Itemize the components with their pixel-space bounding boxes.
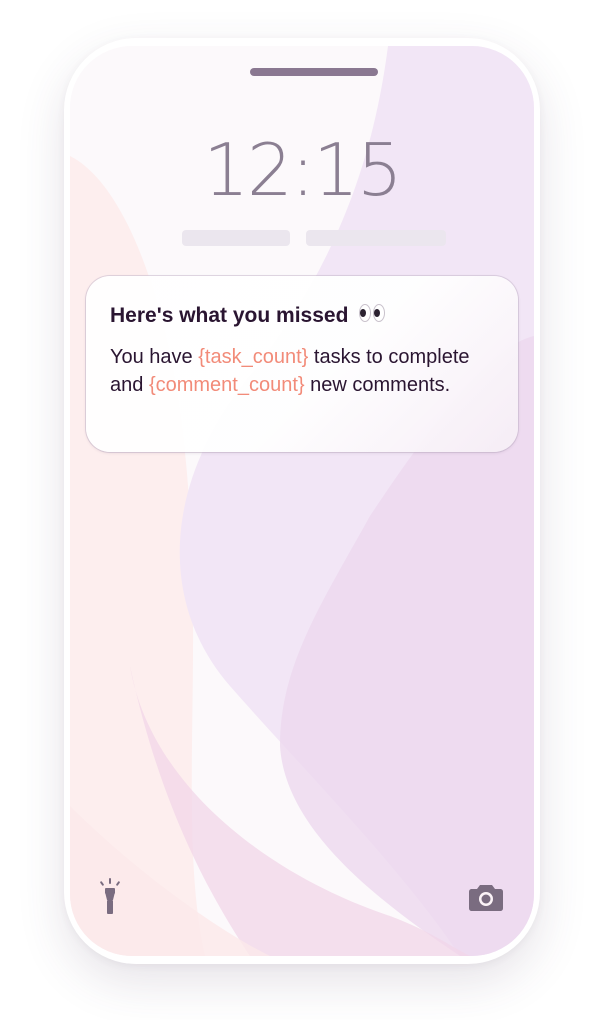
- date-placeholder-bar: [182, 230, 290, 246]
- notification-body: You have {task_count} tasks to complete …: [110, 343, 502, 399]
- flashlight-icon[interactable]: [96, 874, 124, 916]
- notification-title: Here's what you missed: [110, 302, 386, 330]
- mockup-stage: 12:15 Here's what you missed You have {t…: [0, 0, 604, 1020]
- speaker-notch: [250, 68, 378, 76]
- date-placeholder-bar: [306, 230, 446, 246]
- notification-card[interactable]: Here's what you missed You have {task_co…: [86, 276, 518, 452]
- camera-icon[interactable]: [468, 882, 504, 912]
- task-count-variable: {task_count}: [198, 346, 309, 368]
- body-text: new comments.: [304, 374, 451, 396]
- eyes-icon: [358, 304, 386, 324]
- lock-screen: 12:15: [70, 46, 534, 956]
- notification-title-text: Here's what you missed: [110, 304, 349, 327]
- lock-screen-clock: 12:15: [203, 128, 403, 212]
- body-text: You have: [110, 346, 199, 368]
- comment-count-variable: {comment_count}: [148, 374, 305, 396]
